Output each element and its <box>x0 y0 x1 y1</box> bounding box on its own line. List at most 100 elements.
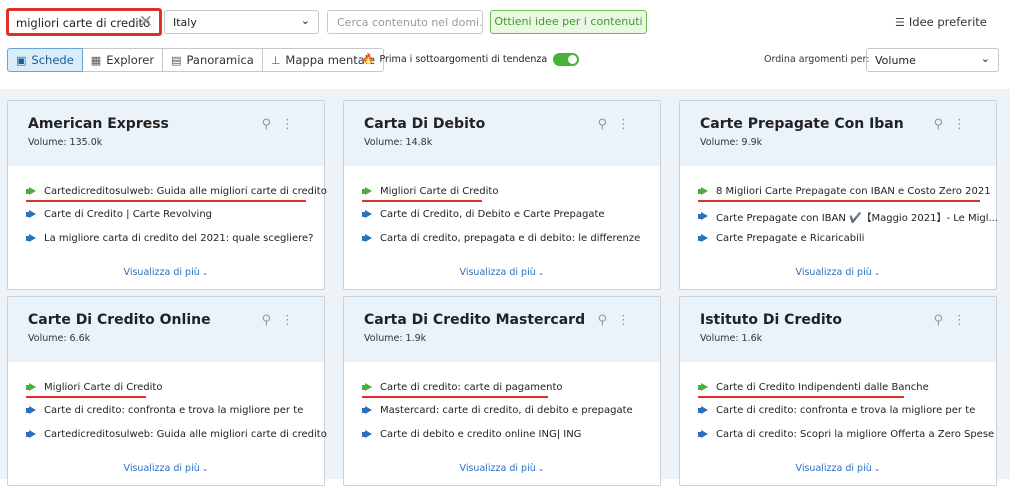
topic-card[interactable]: Carte Prepagate Con Iban Volume: 9.9k ⚲⋮ 8 … <box>679 100 998 290</box>
card-tools: ⚲⋮ <box>933 313 976 328</box>
megaphone-icon <box>362 406 372 415</box>
chevron-down-icon: ⌄ <box>201 268 209 277</box>
chevron-down-icon: ⌄ <box>201 464 209 473</box>
content-idea-link[interactable]: Migliori Carte di Credito <box>26 382 162 393</box>
get-ideas-button[interactable]: Ottieni idee per i contenuti <box>490 10 647 34</box>
content-idea-link[interactable]: Carta di credito, prepagata e di debito:… <box>362 233 640 244</box>
content-idea-link[interactable]: Carta di credito: Scopri la migliore Off… <box>698 429 994 440</box>
topic-card[interactable]: Carte Di Credito Online Volume: 6.6k ⚲⋮ Mig… <box>7 296 327 486</box>
show-more-link[interactable]: Visualizza di più ⌄ <box>8 463 324 474</box>
search-icon[interactable]: ⚲ <box>597 117 617 132</box>
content-idea-link[interactable]: Carte di debito e credito online ING| IN… <box>362 429 581 440</box>
content-idea-link[interactable]: Carte di Credito Indipendenti dalle Banc… <box>698 382 929 393</box>
link-text: Carte Prepagate e Ricaricabili <box>716 233 865 244</box>
cards-icon: ▣ <box>16 53 27 67</box>
show-more-label: Visualizza di più <box>795 267 872 278</box>
chevron-down-icon: ⌄ <box>537 268 545 277</box>
content-idea-link[interactable]: Carte di credito: confronta e trova la m… <box>26 405 303 416</box>
topic-card[interactable]: Istituto Di Credito Volume: 1.6k ⚲⋮ Carte d… <box>679 296 997 486</box>
close-icon[interactable]: ✕ <box>139 12 153 32</box>
content-idea-link[interactable]: Carte di credito: carte di pagamento <box>362 382 563 393</box>
card-title: Istituto Di Credito <box>700 312 842 328</box>
megaphone-icon <box>26 234 36 243</box>
highlight-underline <box>362 200 482 202</box>
chevron-down-icon: ⌄ <box>300 14 310 27</box>
trending-megaphone-icon <box>362 187 372 196</box>
show-more-link[interactable]: Visualizza di più ⌄ <box>344 267 660 278</box>
card-tools: ⚲⋮ <box>597 313 640 328</box>
country-select[interactable]: Italy ⌄ <box>164 10 319 34</box>
tab-panoramica[interactable]: ▤ Panoramica <box>163 48 263 72</box>
domain-input[interactable]: Cerca contenuto nel domi... <box>327 10 483 34</box>
card-title: Carta Di Debito <box>364 116 486 132</box>
show-more-label: Visualizza di più <box>123 267 200 278</box>
content-idea-link[interactable]: Cartedicreditosulweb: Guida alle miglior… <box>26 429 327 440</box>
show-more-link[interactable]: Visualizza di più ⌄ <box>344 463 660 474</box>
content-idea-link[interactable]: Mastercard: carte di credito, di debito … <box>362 405 633 416</box>
content-idea-link[interactable]: La migliore carta di credito del 2021: q… <box>26 233 313 244</box>
more-options-icon[interactable]: ⋮ <box>617 117 640 132</box>
megaphone-icon <box>362 234 372 243</box>
link-text: Mastercard: carte di credito, di debito … <box>380 405 633 416</box>
country-value: Italy <box>173 16 197 29</box>
list-icon: ☰ <box>895 16 905 29</box>
content-idea-link[interactable]: Carte di Credito | Carte Revolving <box>26 209 212 220</box>
card-tools: ⚲⋮ <box>261 313 304 328</box>
content-idea-link[interactable]: Migliori Carte di Credito <box>362 186 498 197</box>
card-volume: Volume: 14.8k <box>364 137 433 148</box>
link-text: Cartedicreditosulweb: Guida alle miglior… <box>44 429 327 440</box>
link-text: Carte di Credito | Carte Revolving <box>44 209 213 220</box>
favorite-ideas-link[interactable]: ☰ Idee preferite <box>895 15 987 29</box>
more-options-icon[interactable]: ⋮ <box>953 117 976 132</box>
content-idea-link[interactable]: Carte Prepagate e Ricaricabili <box>698 233 864 244</box>
more-options-icon[interactable]: ⋮ <box>953 313 976 328</box>
chevron-down-icon: ⌄ <box>537 464 545 473</box>
tab-explorer[interactable]: ▦ Explorer <box>82 48 164 72</box>
topic-card[interactable]: Carta Di Credito Mastercard Volume: 1.9k ⚲… <box>343 296 661 486</box>
topic-card[interactable]: Carta Di Debito Volume: 14.8k ⚲⋮ Migliori C… <box>343 100 661 290</box>
trending-label: Prima i sottoargomenti di tendenza <box>379 54 548 65</box>
megaphone-icon <box>362 430 372 439</box>
table-icon: ▦ <box>90 53 102 67</box>
tab-schede[interactable]: ▣ Schede <box>7 48 83 72</box>
sort-select[interactable]: Volume ⌄ <box>866 48 999 72</box>
topic-card[interactable]: American Express Volume: 135.0k ⚲⋮ Cartedic… <box>7 100 327 290</box>
search-icon[interactable]: ⚲ <box>261 117 281 132</box>
megaphone-icon <box>362 210 372 219</box>
card-volume: Volume: 6.6k <box>28 333 91 344</box>
search-icon[interactable]: ⚲ <box>933 313 953 328</box>
more-options-icon[interactable]: ⋮ <box>281 313 304 328</box>
megaphone-icon <box>698 212 708 221</box>
megaphone-icon <box>698 406 708 415</box>
chevron-down-icon: ⌄ <box>980 52 990 65</box>
megaphone-icon <box>26 406 36 415</box>
content-idea-link[interactable]: Carte di Credito, di Debito e Carte Prep… <box>362 209 605 220</box>
link-text: Migliori Carte di Credito <box>44 382 163 393</box>
trending-toggle[interactable] <box>553 53 580 66</box>
more-options-icon[interactable]: ⋮ <box>281 117 304 132</box>
card-header: Carta Di Debito Volume: 14.8k ⚲⋮ <box>344 101 660 166</box>
tab-schede-label: Schede <box>31 53 74 67</box>
link-text: Cartedicreditosulweb: Guida alle miglior… <box>44 186 327 197</box>
link-text: Carte di credito: carte di pagamento <box>380 382 563 393</box>
show-more-link[interactable]: Visualizza di più ⌄ <box>8 267 324 278</box>
content-idea-link[interactable]: Cartedicreditosulweb: Guida alle miglior… <box>26 186 327 197</box>
card-title: Carta Di Credito Mastercard <box>364 312 586 328</box>
link-text: La migliore carta di credito del 2021: q… <box>44 233 314 244</box>
search-input[interactable]: migliori carte di credito ✕ <box>6 8 162 36</box>
show-more-label: Visualizza di più <box>123 463 200 474</box>
search-icon[interactable]: ⚲ <box>933 117 953 132</box>
more-options-icon[interactable]: ⋮ <box>617 313 640 328</box>
show-more-link[interactable]: Visualizza di più ⌄ <box>680 267 996 278</box>
content-idea-link[interactable]: 8 Migliori Carte Prepagate con IBAN e Co… <box>698 186 991 197</box>
search-icon[interactable]: ⚲ <box>261 313 281 328</box>
highlight-underline <box>26 396 146 398</box>
tab-panoramica-label: Panoramica <box>186 53 254 67</box>
show-more-link[interactable]: Visualizza di più ⌄ <box>680 463 996 474</box>
content-idea-link[interactable]: Carte di credito: confronta e trova la m… <box>698 405 975 416</box>
content-idea-link[interactable]: Carte Prepagate con IBAN ✔️【Maggio 2021】… <box>698 209 998 224</box>
search-icon[interactable]: ⚲ <box>597 313 617 328</box>
view-tabs: ▣ Schede ▦ Explorer ▤ Panoramica ⊥ Mappa men… <box>7 48 385 72</box>
link-text: Carte di Credito Indipendenti dalle Banc… <box>716 382 929 393</box>
link-text: Carte di credito: confronta e trova la m… <box>716 405 976 416</box>
